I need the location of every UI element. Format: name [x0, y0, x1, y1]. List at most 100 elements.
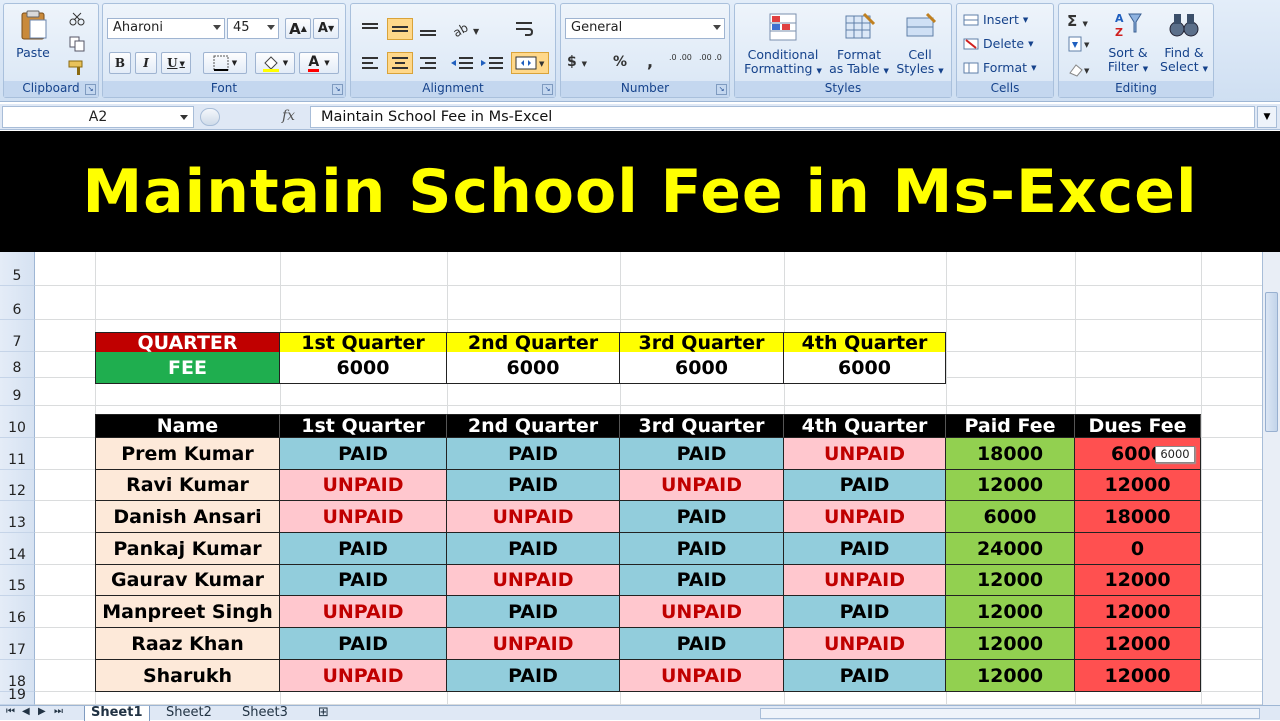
- dues-fee-cell[interactable]: 12000: [1075, 628, 1201, 660]
- student-name-cell[interactable]: Ravi Kumar: [95, 470, 280, 501]
- find-select-button[interactable]: Find & Select ▼: [1157, 10, 1211, 76]
- quarter-fee-cell[interactable]: 6000: [784, 352, 946, 384]
- student-name-cell[interactable]: Prem Kumar: [95, 438, 280, 470]
- paid-fee-cell[interactable]: 24000: [946, 533, 1075, 565]
- fill-icon[interactable]: ▼: [1067, 36, 1093, 52]
- row-header[interactable]: 13: [0, 501, 35, 533]
- horizontal-scrollbar[interactable]: [760, 708, 1260, 719]
- row-header[interactable]: 15: [0, 565, 35, 596]
- formula-input[interactable]: Maintain School Fee in Ms-Excel: [310, 106, 1255, 128]
- dues-fee-cell[interactable]: 12000: [1075, 660, 1201, 692]
- quarter-fee-cell[interactable]: 6000: [447, 352, 620, 384]
- shrink-font-button[interactable]: A ▼: [313, 18, 339, 39]
- fee-header-cell[interactable]: 4th Quarter: [784, 414, 946, 438]
- autosum-button[interactable]: Σ ▼: [1067, 12, 1088, 30]
- format-button[interactable]: Format ▼: [963, 60, 1036, 75]
- paid-fee-cell[interactable]: 6000: [946, 501, 1075, 533]
- quarter-status-cell[interactable]: UNPAID: [784, 501, 946, 533]
- quarter-status-cell[interactable]: PAID: [784, 660, 946, 692]
- tab-sheet2[interactable]: Sheet2: [160, 706, 218, 721]
- bold-button[interactable]: B: [109, 52, 131, 74]
- merge-center-button[interactable]: ▼: [511, 52, 549, 74]
- tab-sheet3[interactable]: Sheet3: [236, 706, 294, 721]
- quarter-status-cell[interactable]: PAID: [447, 438, 620, 470]
- row-header[interactable]: 12: [0, 470, 35, 501]
- paid-fee-cell[interactable]: 12000: [946, 628, 1075, 660]
- quarter-status-cell[interactable]: PAID: [620, 533, 784, 565]
- fee-header-cell[interactable]: 1st Quarter: [280, 414, 447, 438]
- quarter-status-cell[interactable]: UNPAID: [280, 660, 447, 692]
- quarter-status-cell[interactable]: UNPAID: [620, 596, 784, 628]
- row-header[interactable]: 16: [0, 596, 35, 628]
- student-name-cell[interactable]: Manpreet Singh: [95, 596, 280, 628]
- paste-button[interactable]: Paste: [10, 10, 56, 60]
- comma-button[interactable]: ,: [647, 52, 653, 71]
- quarter-fee-cell[interactable]: 6000: [620, 352, 784, 384]
- formula-bar-handle[interactable]: [200, 108, 220, 126]
- row-header[interactable]: 5: [0, 252, 35, 286]
- font-color-button[interactable]: A ▼: [299, 52, 339, 74]
- dues-fee-cell[interactable]: 12000: [1075, 470, 1201, 501]
- quarter-status-cell[interactable]: PAID: [447, 533, 620, 565]
- quarter-status-cell[interactable]: UNPAID: [280, 501, 447, 533]
- align-center-button[interactable]: [387, 52, 413, 74]
- worksheet-grid[interactable]: 5 6 7 8 9 10 11 12 13 14 15 16 17 18 19 QUARTER FEE 1st Q…: [0, 252, 1262, 705]
- fee-header-cell[interactable]: 3rd Quarter: [620, 414, 784, 438]
- increase-decimal-button[interactable]: .0 .00: [669, 54, 693, 62]
- quarter-name-cell[interactable]: 4th Quarter: [784, 332, 946, 354]
- fee-header-cell[interactable]: Dues Fee: [1075, 414, 1201, 438]
- row-header[interactable]: 17: [0, 628, 35, 660]
- student-name-cell[interactable]: Danish Ansari: [95, 501, 280, 533]
- student-name-cell[interactable]: Gaurav Kumar: [95, 565, 280, 596]
- quarter-status-cell[interactable]: PAID: [280, 438, 447, 470]
- expand-formula-bar-button[interactable]: ▼: [1257, 106, 1277, 128]
- insert-sheet-icon[interactable]: ⊞: [312, 706, 335, 721]
- orientation-icon[interactable]: ab ▼: [451, 20, 483, 38]
- font-size-select[interactable]: 45: [227, 18, 279, 39]
- percent-button[interactable]: %: [613, 54, 627, 70]
- paid-fee-cell[interactable]: 12000: [946, 565, 1075, 596]
- quarter-status-cell[interactable]: UNPAID: [280, 596, 447, 628]
- quarter-status-cell[interactable]: UNPAID: [447, 501, 620, 533]
- row-header[interactable]: 6: [0, 286, 35, 320]
- prev-sheet-icon[interactable]: ◀: [22, 706, 30, 717]
- row-header[interactable]: 10: [0, 406, 35, 438]
- grow-font-button[interactable]: A ▲: [285, 18, 311, 39]
- quarter-status-cell[interactable]: UNPAID: [447, 565, 620, 596]
- underline-button[interactable]: U ▼: [161, 52, 191, 74]
- borders-button[interactable]: ▼: [203, 52, 247, 74]
- conditional-formatting-button[interactable]: Conditional Formatting ▼: [739, 12, 827, 78]
- quarter-name-cell[interactable]: 2nd Quarter: [447, 332, 620, 354]
- quarter-fee-cell[interactable]: 6000: [280, 352, 447, 384]
- font-family-select[interactable]: Aharoni: [107, 18, 225, 39]
- insert-function-icon[interactable]: fx: [282, 108, 295, 124]
- italic-button[interactable]: I: [135, 52, 157, 74]
- decrease-decimal-button[interactable]: .00 .0: [699, 54, 723, 62]
- sort-filter-button[interactable]: AZ Sort & Filter ▼: [1103, 10, 1153, 76]
- paid-fee-cell[interactable]: 12000: [946, 596, 1075, 628]
- quarter-status-cell[interactable]: PAID: [620, 501, 784, 533]
- quarter-status-cell[interactable]: PAID: [620, 628, 784, 660]
- clear-icon[interactable]: ▼: [1067, 62, 1093, 78]
- quarter-status-cell[interactable]: UNPAID: [620, 470, 784, 501]
- clipboard-launcher-icon[interactable]: ↘: [85, 84, 96, 95]
- currency-button[interactable]: $ ▼: [567, 54, 587, 70]
- quarter-status-cell[interactable]: PAID: [620, 565, 784, 596]
- increase-indent-icon[interactable]: [479, 54, 505, 72]
- last-sheet-icon[interactable]: ⏭: [54, 706, 63, 717]
- vertical-scrollbar[interactable]: [1262, 252, 1280, 705]
- quarter-status-cell[interactable]: UNPAID: [784, 565, 946, 596]
- quarter-status-cell[interactable]: PAID: [280, 565, 447, 596]
- align-middle-button[interactable]: [387, 18, 413, 40]
- row-header[interactable]: 19: [0, 687, 35, 705]
- align-right-icon[interactable]: [417, 54, 439, 72]
- fill-color-button[interactable]: ▼: [255, 52, 295, 74]
- dues-fee-cell[interactable]: 0: [1075, 533, 1201, 565]
- quarter-status-cell[interactable]: PAID: [447, 596, 620, 628]
- row-header[interactable]: 14: [0, 533, 35, 565]
- insert-button[interactable]: Insert ▼: [963, 12, 1028, 27]
- row-header[interactable]: 9: [0, 378, 35, 406]
- quarter-name-cell[interactable]: 1st Quarter: [280, 332, 447, 354]
- dues-fee-cell[interactable]: 12000: [1075, 596, 1201, 628]
- fee-header-cell[interactable]: Name: [95, 414, 280, 438]
